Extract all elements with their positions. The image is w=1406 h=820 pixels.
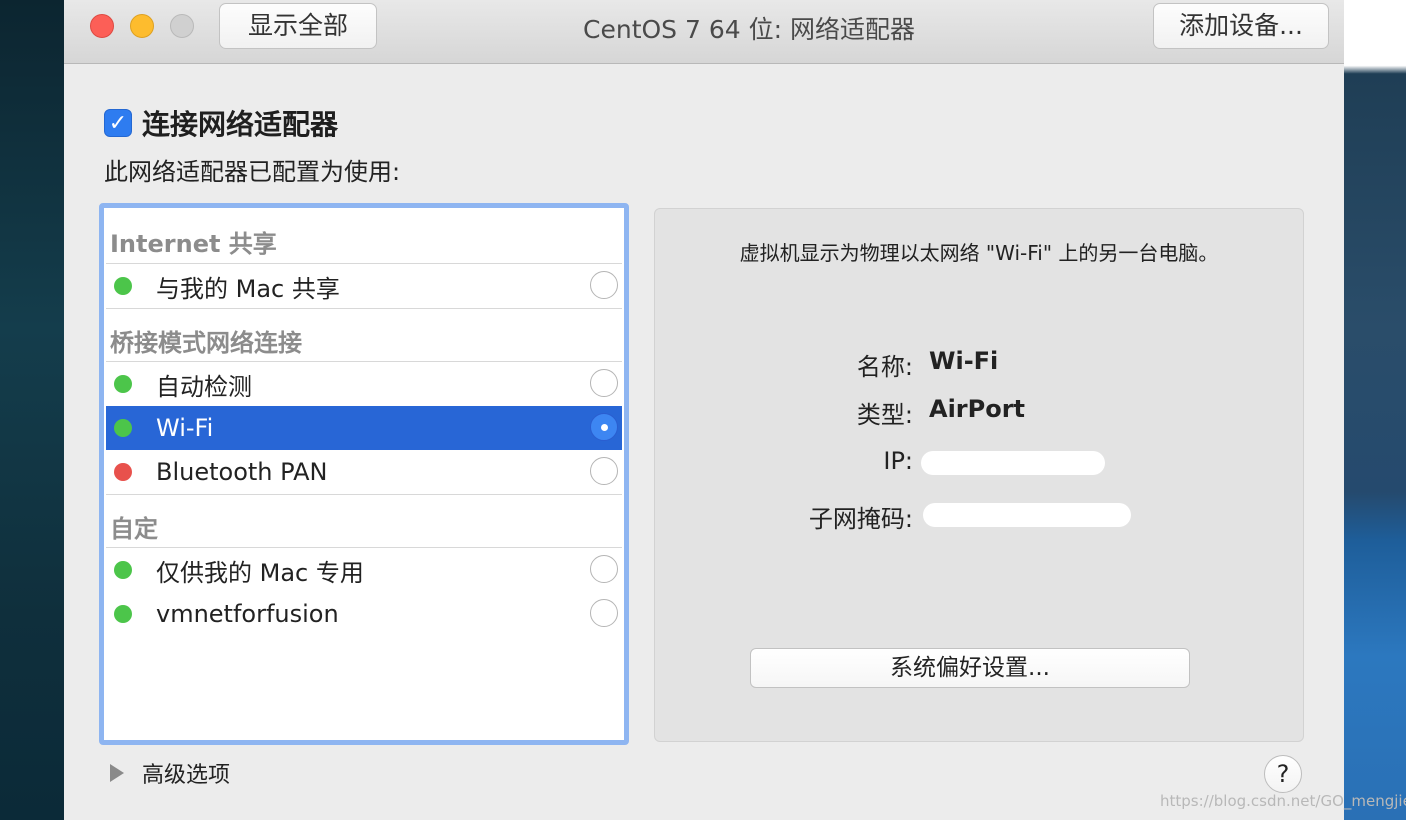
name-row: 名称: Wi-Fi bbox=[655, 347, 1305, 381]
list-item-label: vmnetforfusion bbox=[156, 600, 339, 628]
list-item-label: 仅供我的 Mac 专用 bbox=[156, 558, 364, 587]
status-green-icon bbox=[114, 605, 132, 623]
list-item-bluetooth-pan[interactable]: Bluetooth PAN bbox=[106, 450, 622, 494]
help-button[interactable]: ? bbox=[1264, 755, 1302, 793]
list-item-wifi[interactable]: Wi-Fi bbox=[106, 406, 622, 450]
desktop-background-right bbox=[1344, 0, 1406, 820]
connect-adapter-checkbox[interactable]: ✓ bbox=[104, 109, 132, 137]
type-row: 类型: AirPort bbox=[655, 395, 1305, 429]
type-value: AirPort bbox=[929, 395, 1026, 423]
subnet-label: 子网掩码: bbox=[808, 505, 913, 533]
subnet-redaction bbox=[923, 503, 1131, 527]
status-red-icon bbox=[114, 463, 132, 481]
list-item-label: Bluetooth PAN bbox=[156, 458, 328, 486]
zoom-window-button[interactable] bbox=[170, 14, 194, 38]
radio-button[interactable] bbox=[590, 457, 618, 485]
list-item-private-to-mac[interactable]: 仅供我的 Mac 专用 bbox=[106, 548, 622, 592]
list-item-autodetect[interactable]: 自动检测 bbox=[106, 362, 622, 406]
list-item-vmnetforfusion[interactable]: vmnetforfusion bbox=[106, 592, 622, 636]
title-bar: 显示全部 CentOS 7 64 位: 网络适配器 添加设备... bbox=[64, 0, 1344, 64]
status-green-icon bbox=[114, 277, 132, 295]
desktop-background-left bbox=[0, 0, 64, 820]
section-header-custom: 自定 bbox=[106, 494, 622, 548]
radio-button[interactable] bbox=[590, 555, 618, 583]
subnet-row: 子网掩码: bbox=[655, 499, 1305, 533]
radio-button-selected[interactable] bbox=[590, 413, 618, 441]
radio-button[interactable] bbox=[590, 599, 618, 627]
watermark-text: https://blog.csdn.net/GO_mengjie bbox=[1160, 792, 1406, 810]
advanced-options-disclosure[interactable]: 高级选项 bbox=[110, 757, 230, 789]
type-label: 类型: bbox=[856, 401, 913, 429]
advanced-options-label: 高级选项 bbox=[142, 763, 231, 788]
list-item-label: Wi-Fi bbox=[156, 414, 214, 442]
status-green-icon bbox=[114, 419, 132, 437]
adapter-description: 虚拟机显示为物理以太网络 "Wi-Fi" 上的另一台电脑。 bbox=[739, 241, 1219, 265]
close-window-button[interactable] bbox=[90, 14, 114, 38]
name-value: Wi-Fi bbox=[929, 347, 999, 375]
section-header-bridged: 桥接模式网络连接 bbox=[106, 308, 622, 362]
configured-for-label: 此网络适配器已配置为使用: bbox=[104, 158, 401, 186]
network-adapter-window: 显示全部 CentOS 7 64 位: 网络适配器 添加设备... ✓ 连接网络… bbox=[64, 0, 1344, 820]
radio-button[interactable] bbox=[590, 271, 618, 299]
list-item-label: 与我的 Mac 共享 bbox=[156, 274, 340, 303]
status-green-icon bbox=[114, 375, 132, 393]
ip-label: IP: bbox=[883, 447, 913, 475]
show-all-button[interactable]: 显示全部 bbox=[219, 3, 377, 49]
ip-row: IP: bbox=[655, 447, 1305, 481]
adapter-detail-panel: 虚拟机显示为物理以太网络 "Wi-Fi" 上的另一台电脑。 名称: Wi-Fi … bbox=[654, 208, 1304, 742]
connect-adapter-label: 连接网络适配器 bbox=[142, 108, 339, 141]
name-label: 名称: bbox=[856, 353, 913, 381]
section-header-internet-sharing: Internet 共享 bbox=[106, 210, 622, 264]
ip-redaction bbox=[921, 451, 1105, 475]
status-green-icon bbox=[114, 561, 132, 579]
window-title: CentOS 7 64 位: 网络适配器 bbox=[583, 15, 915, 44]
connect-adapter-row[interactable]: ✓ 连接网络适配器 bbox=[104, 103, 338, 143]
adapter-list[interactable]: Internet 共享 与我的 Mac 共享 桥接模式网络连接 自动检测 Wi-… bbox=[99, 203, 629, 745]
list-item-label: 自动检测 bbox=[156, 372, 252, 401]
list-item-share-with-mac[interactable]: 与我的 Mac 共享 bbox=[106, 264, 622, 308]
add-device-button[interactable]: 添加设备... bbox=[1153, 3, 1329, 49]
radio-button[interactable] bbox=[590, 369, 618, 397]
minimize-window-button[interactable] bbox=[130, 14, 154, 38]
disclosure-triangle-icon[interactable] bbox=[110, 764, 124, 782]
system-preferences-button[interactable]: 系统偏好设置... bbox=[750, 648, 1190, 688]
